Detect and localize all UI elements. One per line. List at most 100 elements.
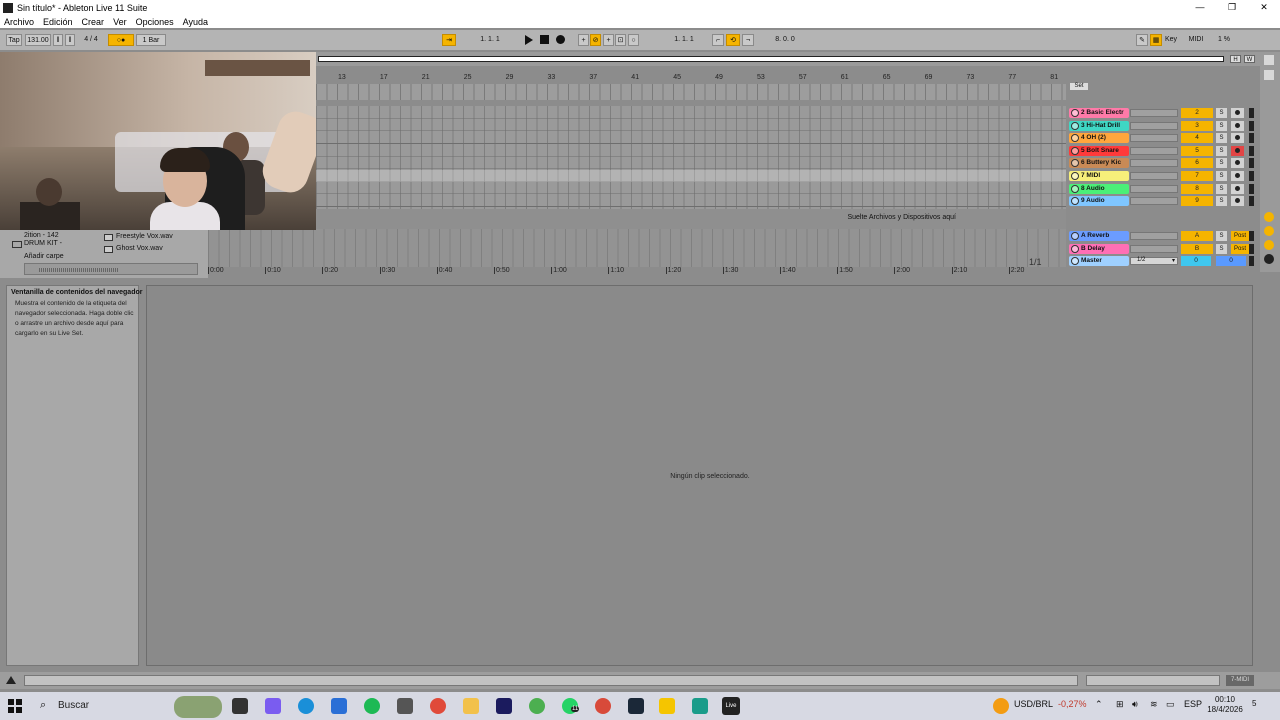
metronome-button[interactable]: ○● (108, 34, 134, 46)
play-icon[interactable] (525, 35, 533, 45)
draw-mode-icon[interactable]: ✎ (1136, 34, 1148, 46)
master-level-field[interactable]: 0 (1216, 256, 1246, 266)
returns-icon[interactable] (1264, 240, 1274, 250)
track-activator-button[interactable]: 7 (1181, 171, 1213, 181)
tempo-field[interactable]: 131.00 (25, 34, 51, 46)
re-enable-automation-icon[interactable]: + (603, 34, 614, 46)
track-volume-slider[interactable] (1130, 232, 1178, 240)
overview-w-button[interactable]: W (1244, 55, 1255, 63)
arrangement-track-lanes[interactable] (316, 106, 1066, 209)
overview-bar[interactable] (318, 56, 1224, 62)
track-row[interactable]: 8 Audio 8 S (1066, 183, 1256, 195)
track-name[interactable]: 7 MIDI (1069, 171, 1129, 181)
browser-item-add-folder[interactable]: Añadir carpe (24, 253, 64, 260)
task-view-icon[interactable] (232, 698, 248, 714)
midi-map-button[interactable]: MIDI (1186, 34, 1206, 46)
detail-view[interactable]: Ningún clip seleccionado. (146, 285, 1253, 666)
computer-midi-keyboard-icon[interactable]: ▦ (1150, 34, 1162, 46)
copilot-icon[interactable] (265, 698, 281, 714)
currency-change[interactable]: -0,27% (1058, 699, 1087, 709)
track-volume-slider[interactable] (1130, 172, 1178, 180)
track-name[interactable]: 5 Bolt Snare (1069, 145, 1129, 156)
track-play-icon[interactable] (1071, 121, 1079, 130)
list-icon[interactable] (1264, 70, 1274, 80)
track-row[interactable]: 6 Buttery Kic 6 S (1066, 158, 1256, 169)
track-play-icon[interactable] (1071, 109, 1079, 117)
track-activator-button[interactable]: A (1181, 231, 1213, 241)
automation-arm-icon[interactable]: ⊘ (590, 34, 601, 46)
track-activator-button[interactable]: 4 (1181, 133, 1213, 144)
menu-crear[interactable]: Crear (82, 17, 105, 27)
menu-icon[interactable] (1264, 55, 1274, 65)
overdub-icon[interactable]: + (578, 34, 589, 46)
file-explorer-icon[interactable] (463, 698, 479, 714)
track-volume-slider[interactable] (1130, 184, 1178, 193)
punch-in-icon[interactable]: ⌐ (712, 34, 724, 46)
arm-button[interactable] (1231, 196, 1244, 207)
track-row[interactable]: B Delay B S Post (1066, 243, 1256, 255)
sends-icon[interactable] (1264, 226, 1274, 236)
menu-opciones[interactable]: Opciones (136, 17, 174, 27)
arm-button[interactable] (1231, 108, 1244, 118)
track-play-icon[interactable] (1071, 232, 1079, 240)
track-row[interactable]: A Reverb A S Post (1066, 231, 1256, 242)
solo-button[interactable]: S (1216, 183, 1227, 194)
currency-pair[interactable]: USD/BRL (1014, 699, 1053, 709)
track-volume-slider[interactable] (1130, 197, 1178, 206)
drop-area[interactable]: Suelte Archivos y Dispositivos aquí (316, 209, 1066, 229)
solo-button[interactable]: S (1216, 231, 1227, 241)
quantize-select[interactable]: 1 Bar (136, 34, 166, 46)
browser-item-drum-kit[interactable]: DRUM KIT - (24, 240, 62, 247)
track-row[interactable]: 4 OH (2) 4 S (1066, 133, 1256, 144)
follow-icon[interactable]: ⇥ (442, 34, 456, 46)
solo-button[interactable]: S (1216, 145, 1227, 156)
key-map-button[interactable]: Key (1162, 34, 1180, 46)
app-teal-icon[interactable] (692, 698, 708, 714)
track-name[interactable]: 6 Buttery Kic (1069, 158, 1129, 169)
nudge-down-icon[interactable]: ‖ (53, 34, 63, 46)
track-volume-slider[interactable] (1130, 146, 1178, 155)
arm-button[interactable] (1231, 145, 1244, 156)
track-activator-button[interactable]: 3 (1181, 120, 1213, 131)
time-signature[interactable]: 4 / 4 (78, 34, 104, 46)
ruler-grid[interactable] (316, 84, 1066, 100)
io-icon[interactable] (1264, 212, 1274, 222)
track-activator-button[interactable]: 0 (1181, 256, 1211, 266)
punch-out-icon[interactable]: ¬ (742, 34, 754, 46)
wifi-icon[interactable]: ≋ (1150, 699, 1158, 710)
menu-ayuda[interactable]: Ayuda (183, 17, 208, 27)
outlook-icon[interactable] (331, 698, 347, 714)
search-highlight-icon[interactable] (174, 696, 222, 718)
track-volume-slider[interactable] (1130, 109, 1178, 117)
track-name[interactable]: B Delay (1069, 243, 1129, 254)
arrangement-position[interactable]: 1. 1. 1 (462, 34, 518, 46)
taskbar-search[interactable]: ⌕ Buscar (36, 697, 166, 715)
edge-icon[interactable] (298, 698, 314, 714)
lower-lane-grid[interactable] (208, 229, 1066, 267)
track-volume-slider[interactable] (1130, 159, 1178, 168)
close-button[interactable]: ✕ (1248, 0, 1280, 15)
track-row[interactable]: 7 MIDI 7 S (1066, 171, 1256, 182)
time-ruler[interactable]: 2:20 2:10 2:00 1:50 1:40 1:30 1:20 1:10 1:00 0:50… (208, 257, 1068, 277)
arm-button[interactable] (1231, 183, 1244, 194)
track-row[interactable]: 2 Basic Electr 2 S (1066, 108, 1256, 119)
track-row[interactable]: 3 Hi-Hat Drill 3 S (1066, 120, 1256, 132)
arm-button[interactable] (1231, 120, 1244, 131)
minimize-button[interactable]: — (1184, 0, 1216, 15)
session-record-icon[interactable]: ○ (628, 34, 639, 46)
windows-start-icon[interactable] (8, 699, 22, 713)
volume-icon[interactable]: 🔊︎ (1132, 699, 1138, 710)
track-volume-slider[interactable] (1130, 244, 1178, 253)
arm-button[interactable] (1231, 133, 1244, 144)
stop-icon[interactable] (540, 35, 549, 44)
tap-button[interactable]: Tap (6, 34, 22, 46)
track-play-icon[interactable] (1071, 184, 1079, 193)
record-icon[interactable] (556, 35, 565, 44)
app-k-icon[interactable] (659, 698, 675, 714)
solo-button[interactable]: S (1216, 196, 1227, 207)
mixer-icon[interactable] (1264, 254, 1274, 264)
track-row[interactable]: 9 Audio 9 S (1066, 196, 1256, 207)
solo-button[interactable]: S (1216, 158, 1227, 169)
nudge-up-icon[interactable]: ‖ (65, 34, 75, 46)
track-name[interactable]: Master (1069, 256, 1129, 266)
